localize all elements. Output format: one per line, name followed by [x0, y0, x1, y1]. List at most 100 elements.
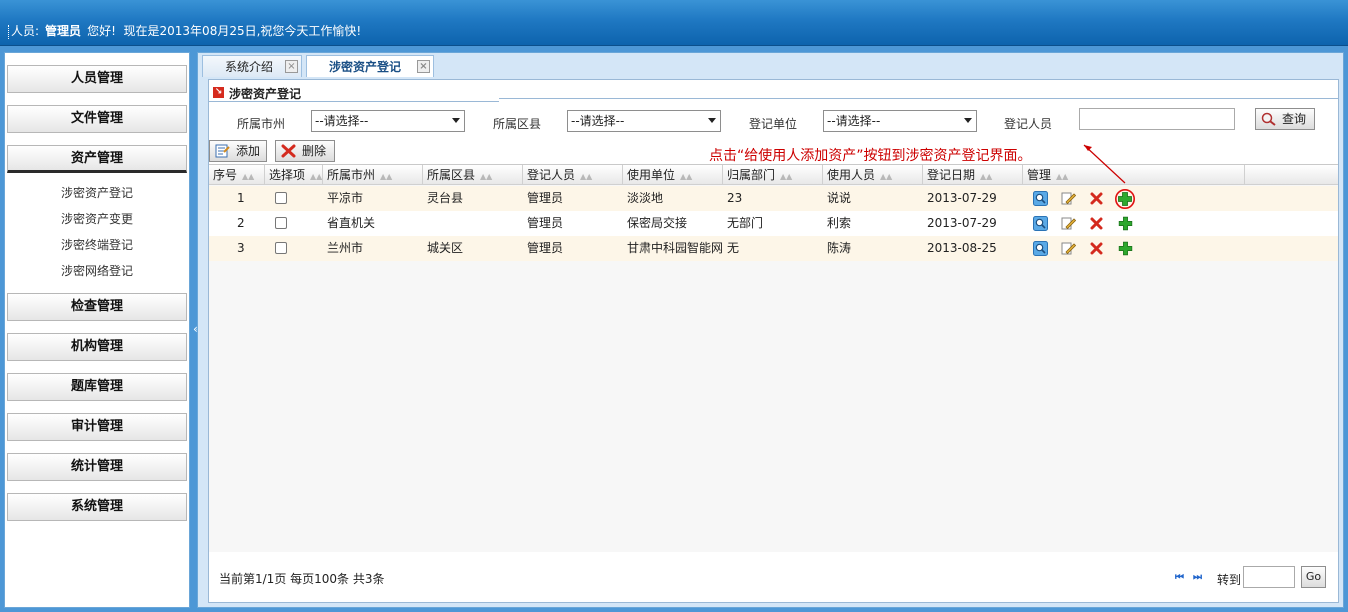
- district-select[interactable]: --请选择--: [567, 110, 721, 132]
- menu-assets[interactable]: 资产管理: [7, 145, 187, 173]
- edit-icon[interactable]: [1061, 241, 1076, 256]
- cell-registrar: 管理员: [527, 191, 564, 205]
- first-page-icon[interactable]: ⏮: [1175, 572, 1184, 583]
- menu-system[interactable]: 系统管理: [7, 493, 187, 521]
- delete-icon[interactable]: [1089, 216, 1104, 231]
- delete-icon[interactable]: [1089, 241, 1104, 256]
- cell-date: 2013-07-29: [927, 191, 997, 205]
- pagination-bar: 当前第1/1页 每页100条 共3条 ⏮ ⏭ 转到 Go: [209, 552, 1338, 602]
- add-asset-icon[interactable]: [1115, 189, 1135, 209]
- add-asset-icon[interactable]: [1117, 215, 1134, 232]
- person-label: 登记人员: [1004, 117, 1053, 131]
- column-header-date[interactable]: 登记日期 ▲▲: [923, 165, 1023, 185]
- column-header-city[interactable]: 所属市州 ▲▲: [323, 165, 423, 185]
- unit-select-value: --请选择--: [827, 114, 881, 128]
- tab-system-intro[interactable]: 系统介绍 ×: [202, 55, 302, 77]
- view-icon[interactable]: [1033, 191, 1048, 206]
- dropdown-arrow-icon: [708, 118, 716, 123]
- delete-button[interactable]: 删除: [275, 140, 335, 162]
- column-header-dept[interactable]: 归属部门 ▲▲: [723, 165, 823, 185]
- row-checkbox[interactable]: [275, 242, 287, 254]
- delete-icon[interactable]: [1089, 191, 1104, 206]
- cell-registrar: 管理员: [527, 241, 564, 255]
- cell-unit: 保密局交接: [627, 216, 688, 230]
- view-icon[interactable]: [1033, 216, 1048, 231]
- dropdown-arrow-icon: [452, 118, 460, 123]
- cell-district: 城关区: [427, 241, 464, 255]
- assets-submenu: 涉密资产登记 涉密资产变更 涉密终端登记 涉密网络登记: [5, 179, 189, 287]
- tab-asset-register[interactable]: 涉密资产登记 ×: [306, 55, 434, 77]
- table-row[interactable]: 1 平凉市 灵台县 管理员 淡淡地 23 说说 2013-07-29: [209, 186, 1338, 211]
- annotation-text: 点击“给使用人添加资产”按钮到涉密资产登记界面。: [709, 148, 1032, 164]
- sort-icon: ▲▲: [1056, 172, 1069, 181]
- edit-icon[interactable]: [1061, 191, 1076, 206]
- column-header-user[interactable]: 使用人员 ▲▲: [823, 165, 923, 185]
- cell-district: [423, 211, 427, 236]
- close-icon[interactable]: ×: [417, 60, 430, 73]
- cell-city: 平凉市: [327, 191, 364, 205]
- close-icon[interactable]: ×: [285, 60, 298, 73]
- add-button[interactable]: 添加: [209, 140, 267, 162]
- table-row[interactable]: 2 省直机关 管理员 保密局交接 无部门 利索 2013-07-29: [209, 211, 1338, 236]
- city-select[interactable]: --请选择--: [311, 110, 465, 132]
- submenu-asset-register[interactable]: 涉密资产登记: [5, 183, 189, 209]
- person-input[interactable]: [1079, 108, 1235, 130]
- add-icon: [215, 144, 230, 158]
- row-checkbox[interactable]: [275, 192, 287, 204]
- city-label: 所属市州: [237, 117, 286, 131]
- submenu-network-register[interactable]: 涉密网络登记: [5, 261, 189, 287]
- unit-label: 登记单位: [749, 117, 798, 131]
- menu-documents[interactable]: 文件管理: [7, 105, 187, 133]
- delete-icon: [281, 144, 296, 158]
- add-asset-icon[interactable]: [1117, 240, 1134, 257]
- edit-icon[interactable]: [1061, 216, 1076, 231]
- menu-personnel[interactable]: 人员管理: [7, 65, 187, 93]
- toolbar: 添加 删除 点击“给使用人添加资产”按钮到涉密资产登记界面。: [209, 140, 1338, 166]
- tab-label: 系统介绍: [225, 60, 274, 74]
- cell-city: 省直机关: [327, 216, 376, 230]
- sort-icon: ▲▲: [242, 172, 255, 181]
- sort-icon: ▲▲: [780, 172, 793, 181]
- view-icon[interactable]: [1033, 241, 1048, 256]
- sort-icon: ▲▲: [380, 172, 393, 181]
- cell-no: 1: [237, 191, 245, 205]
- menu-inspection[interactable]: 检查管理: [7, 293, 187, 321]
- query-button[interactable]: 查询: [1255, 108, 1315, 130]
- column-header-registrar[interactable]: 登记人员 ▲▲: [523, 165, 623, 185]
- user-name: 管理员: [45, 24, 82, 38]
- cell-district: 灵台县: [427, 191, 464, 205]
- last-page-icon[interactable]: ⏭: [1193, 572, 1202, 583]
- column-header-label: 使用单位: [627, 168, 676, 182]
- page-number-input[interactable]: [1243, 566, 1295, 588]
- tab-label: 涉密资产登记: [329, 60, 402, 74]
- menu-organization[interactable]: 机构管理: [7, 333, 187, 361]
- go-button[interactable]: Go: [1301, 566, 1326, 588]
- search-icon: [1261, 112, 1276, 126]
- unit-select[interactable]: --请选择--: [823, 110, 977, 132]
- menu-question-bank[interactable]: 题库管理: [7, 373, 187, 401]
- menu-statistics[interactable]: 统计管理: [7, 453, 187, 481]
- cell-no: 3: [237, 241, 245, 255]
- annotation-arrow-icon: [1083, 144, 1126, 184]
- dropdown-arrow-icon: [964, 118, 972, 123]
- column-header-no[interactable]: 序号 ▲▲: [209, 165, 265, 185]
- column-header-label: 登记日期: [927, 168, 976, 182]
- panel-title-text: 涉密资产登记: [229, 87, 302, 101]
- sort-icon: ▲▲: [310, 172, 323, 181]
- column-header-label: 归属部门: [727, 168, 776, 182]
- column-header-label: 管理: [1027, 168, 1052, 182]
- goto-label: 转到: [1217, 573, 1242, 587]
- cell-dept: 23: [727, 191, 743, 205]
- column-header-select[interactable]: 选择项 ▲▲: [265, 165, 323, 185]
- cell-dept: 无部门: [727, 216, 764, 230]
- submenu-asset-change[interactable]: 涉密资产变更: [5, 209, 189, 235]
- row-checkbox[interactable]: [275, 217, 287, 229]
- table-row[interactable]: 3 兰州市 城关区 管理员 甘肃中科园智能网 无 陈涛 2013-08-25: [209, 236, 1338, 261]
- column-header-district[interactable]: 所属区县 ▲▲: [423, 165, 523, 185]
- column-header-unit[interactable]: 使用单位 ▲▲: [623, 165, 723, 185]
- menu-audit[interactable]: 审计管理: [7, 413, 187, 441]
- column-header-label: 登记人员: [527, 168, 576, 182]
- column-header-label: 选择项: [269, 168, 306, 182]
- submenu-terminal-register[interactable]: 涉密终端登记: [5, 235, 189, 261]
- cell-user: 陈涛: [827, 241, 852, 255]
